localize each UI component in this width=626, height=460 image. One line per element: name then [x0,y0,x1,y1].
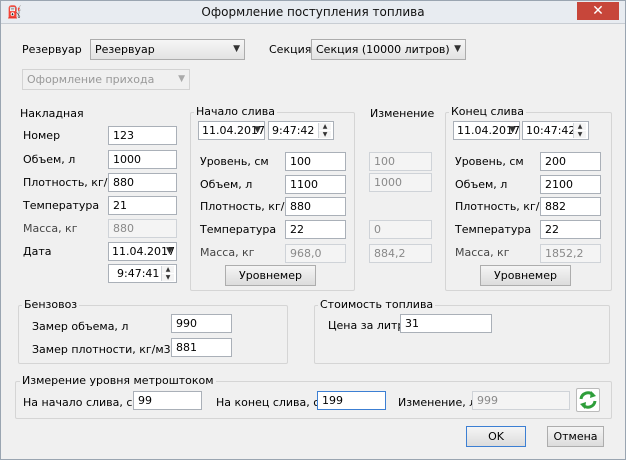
spinner-buttons[interactable]: ▲ ▼ [318,123,332,138]
change-title: Изменение [370,107,435,120]
price-field[interactable]: 31 [400,314,492,333]
end-level-field[interactable]: 200 [540,152,601,171]
section-select[interactable]: Секция (10000 литров) ▼ [311,39,466,60]
title-bar: ⛽ Оформление поступления топлива ✕ [1,1,625,24]
end-time-spinner[interactable]: 10:47:42 ▲ ▼ [522,121,589,140]
end-density-field[interactable]: 882 [540,197,601,216]
end-title: Конец слива [449,105,526,118]
ok-button[interactable]: OK [466,426,526,447]
chevron-down-icon: ▼ [233,44,240,54]
chevron-down-icon: ▼ [509,125,516,135]
cost-title: Стоимость топлива [318,298,436,311]
start-mass-field: 968,0 [285,244,346,263]
start-time-spinner[interactable]: 9:47:42 ▲ ▼ [268,121,334,140]
dipstick-end-label: На конец слива, см [216,396,328,409]
invoice-time-value: 9:47:41 [117,267,160,280]
section-value: Секция (10000 литров) [316,43,450,56]
dipstick-end-field[interactable]: 199 [317,391,386,410]
start-temp-label: Температура [200,223,277,236]
truck-volume-label: Замер объема, л [32,320,129,333]
truck-volume-field[interactable]: 990 [171,314,232,333]
invoice-date-picker[interactable]: 11.04.2017 ▼ [108,242,177,261]
end-temp-field[interactable]: 22 [540,220,601,239]
chevron-down-icon: ▼ [166,246,173,256]
end-time-value: 10:47:42 [526,124,576,137]
change-temp-field: 0 [369,220,432,239]
end-level-label: Уровень, см [455,155,524,168]
invoice-date-label: Дата [23,245,52,258]
truck-density-label: Замер плотности, кг/м3 [32,343,171,356]
invoice-number-field[interactable]: 123 [108,126,177,145]
close-icon: ✕ [592,3,604,19]
dipstick-start-label: На начало слива, см [23,396,141,409]
chevron-down-icon: ▼ [454,44,461,54]
start-temp-field[interactable]: 22 [285,220,346,239]
dipstick-title: Измерение уровня метроштоком [20,374,216,387]
end-mass-field: 1852,2 [540,244,601,263]
reservoir-value: Резервуар [95,43,155,56]
end-mass-label: Масса, кг [455,246,510,259]
start-volume-label: Объем, л [200,178,253,191]
end-gauge-button[interactable]: Уровнемер [480,265,571,286]
doc-type-value: Оформление прихода [27,73,155,86]
start-mass-label: Масса, кг [200,246,255,259]
spin-up-icon[interactable]: ▲ [574,123,586,130]
dialog-window: ⛽ Оформление поступления топлива ✕ Резер… [0,0,626,460]
change-volume-field: 1000 [369,173,432,192]
chevron-down-icon: ▼ [254,125,261,135]
invoice-density-field[interactable]: 880 [108,173,177,192]
start-title: Начало слива [194,105,277,118]
truck-title: Бензовоз [22,298,80,311]
dipstick-change-field: 999 [472,391,570,410]
reservoir-select[interactable]: Резервуар ▼ [90,39,245,60]
close-button[interactable]: ✕ [577,2,619,20]
spin-down-icon[interactable]: ▼ [319,131,331,138]
truck-density-field[interactable]: 881 [171,338,232,357]
dipstick-change-label: Изменение, л [398,396,477,409]
start-density-field[interactable]: 880 [285,197,346,216]
chevron-down-icon: ▼ [178,74,185,84]
invoice-temp-label: Температура [23,199,100,212]
start-level-label: Уровень, см [200,155,269,168]
start-volume-field[interactable]: 1100 [285,175,346,194]
start-gauge-button[interactable]: Уровнемер [225,265,316,286]
section-label: Секция [269,43,312,56]
start-date-picker[interactable]: 11.04.2017 ▼ [198,121,265,140]
spin-up-icon[interactable]: ▲ [162,266,174,273]
invoice-title: Накладная [20,107,84,120]
end-volume-field[interactable]: 2100 [540,175,601,194]
spin-up-icon[interactable]: ▲ [319,123,331,130]
invoice-time-spinner[interactable]: 9:47:41 ▲ ▼ [108,264,177,283]
change-mass-field: 884,2 [369,244,432,263]
end-volume-label: Объем, л [455,178,508,191]
dipstick-start-field[interactable]: 99 [133,391,202,410]
refresh-button[interactable] [576,388,600,412]
invoice-volume-label: Объем, л [23,153,76,166]
refresh-icon [579,391,597,409]
end-date-picker[interactable]: 11.04.2017 ▼ [453,121,520,140]
invoice-mass-field: 880 [108,219,177,238]
invoice-number-label: Номер [23,129,61,142]
spinner-buttons[interactable]: ▲ ▼ [573,123,587,138]
spin-down-icon[interactable]: ▼ [162,274,174,281]
start-level-field[interactable]: 100 [285,152,346,171]
spinner-buttons[interactable]: ▲ ▼ [161,266,175,281]
doc-type-select[interactable]: Оформление прихода ▼ [22,69,190,90]
start-time-value: 9:47:42 [272,124,315,137]
window-title: Оформление поступления топлива [201,5,425,19]
invoice-temp-field[interactable]: 21 [108,196,177,215]
invoice-volume-field[interactable]: 1000 [108,150,177,169]
change-level-field: 100 [369,152,432,171]
invoice-mass-label: Масса, кг [23,222,78,235]
reservoir-label: Резервуар [22,43,82,56]
cancel-button[interactable]: Отмена [547,426,604,447]
spin-down-icon[interactable]: ▼ [574,131,586,138]
price-label: Цена за литр [328,319,405,332]
end-temp-label: Температура [455,223,532,236]
